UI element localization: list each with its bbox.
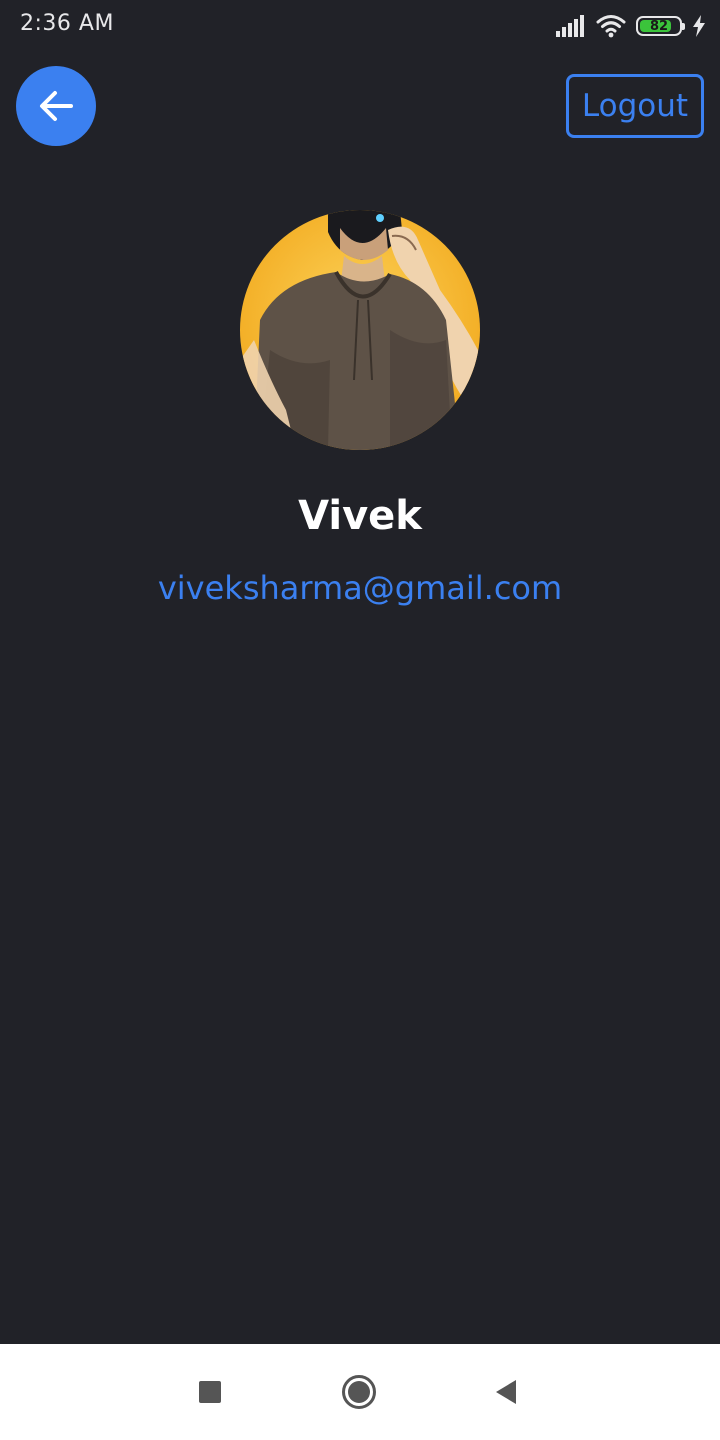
home-circle-icon[interactable] — [341, 1374, 377, 1410]
status-icons: 82 — [556, 12, 706, 40]
battery-icon: 82 — [636, 16, 685, 36]
recents-square-icon[interactable] — [199, 1381, 221, 1403]
profile-name: Vivek — [298, 493, 422, 539]
avatar-image — [240, 210, 480, 450]
profile-screen: 2:36 AM 82 Logout Vivek viveksharma@gmai… — [0, 0, 720, 1440]
profile-email: viveksharma@gmail.com — [157, 569, 563, 607]
battery-percent: 82 — [649, 18, 669, 34]
signal-icon — [556, 15, 584, 37]
back-button[interactable] — [16, 66, 96, 146]
avatar — [240, 210, 480, 450]
status-time: 2:36 AM — [20, 11, 114, 36]
battery-tip — [682, 23, 685, 30]
back-triangle-icon[interactable] — [494, 1379, 518, 1405]
logout-button[interactable]: Logout — [566, 74, 704, 138]
navigation-bar — [0, 1344, 720, 1440]
charging-icon — [693, 15, 705, 37]
arrow-left-icon — [40, 91, 73, 121]
status-bar: 2:36 AM 82 — [0, 0, 720, 52]
wifi-icon — [596, 15, 626, 38]
